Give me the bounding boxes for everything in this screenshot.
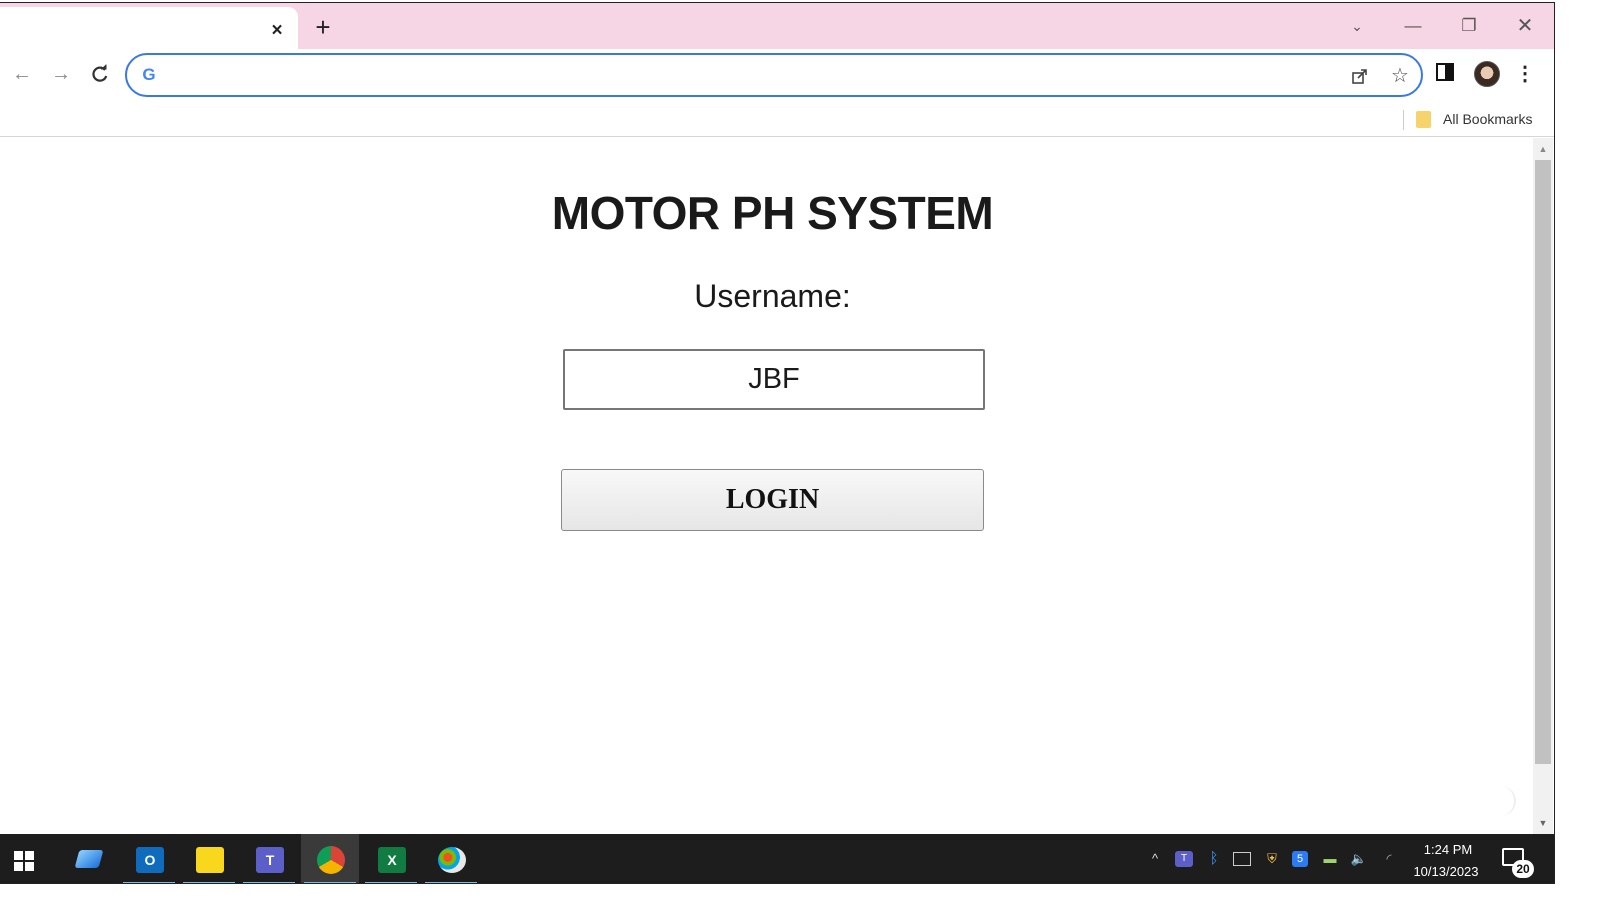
clock-date[interactable]: 10/13/2023 bbox=[1403, 864, 1489, 879]
browser-window: × + ⌄ — ❐ ✕ ← → G ☆ ⋮ All Bookmarks MOTO… bbox=[0, 2, 1555, 884]
browser-toolbar: ← → G ☆ ⋮ bbox=[0, 49, 1554, 101]
menu-icon[interactable]: ⋮ bbox=[1514, 60, 1536, 88]
teams-icon[interactable]: T bbox=[240, 834, 298, 883]
username-label: Username: bbox=[694, 278, 851, 314]
chrome-glyph bbox=[317, 846, 345, 874]
active-tab[interactable]: × bbox=[0, 7, 298, 49]
windows-logo-icon bbox=[14, 851, 34, 871]
paint-glyph bbox=[438, 847, 466, 873]
wifi-icon[interactable]: ◜ bbox=[1380, 849, 1398, 869]
folder-icon bbox=[1416, 111, 1431, 128]
address-bar[interactable]: G ☆ bbox=[125, 53, 1423, 97]
taskbar: O T X ^ T ᛒ ⛨ 5 ▬ 🔈 ◜ 1:24 PM 10/13/2023… bbox=[0, 834, 1554, 883]
excel-icon[interactable]: X bbox=[362, 834, 420, 883]
notification-count-badge: 20 bbox=[1512, 860, 1534, 878]
share-icon[interactable] bbox=[1347, 63, 1373, 89]
scroll-down-arrow-icon[interactable]: ▼ bbox=[1533, 814, 1553, 834]
sticky-notes-glyph bbox=[196, 847, 224, 873]
security-shield-icon[interactable]: ⛨ bbox=[1263, 849, 1281, 869]
tab-close-icon[interactable]: × bbox=[264, 18, 290, 44]
login-button[interactable]: LOGIN bbox=[561, 469, 984, 531]
desktop-app-glyph bbox=[74, 850, 104, 868]
profile-avatar[interactable] bbox=[1474, 61, 1500, 87]
paint-icon[interactable] bbox=[422, 834, 480, 883]
teams-tray-icon[interactable]: T bbox=[1175, 851, 1193, 867]
url-input[interactable] bbox=[171, 61, 1321, 89]
bookmark-star-icon[interactable]: ☆ bbox=[1387, 63, 1413, 89]
outlook-icon[interactable]: O bbox=[120, 834, 178, 883]
teams-glyph: T bbox=[256, 847, 284, 873]
share-svg bbox=[1352, 69, 1367, 84]
sticky-notes-icon[interactable] bbox=[180, 834, 238, 883]
sync-tray-icon[interactable]: 5 bbox=[1292, 851, 1308, 867]
forward-arrow-icon[interactable]: → bbox=[47, 60, 75, 88]
window-close-icon[interactable]: ✕ bbox=[1505, 11, 1545, 41]
tab-search-chevron-icon[interactable]: ⌄ bbox=[1337, 11, 1377, 41]
page-viewport: MOTOR PH SYSTEM Username: LOGIN bbox=[0, 138, 1533, 834]
reload-svg bbox=[92, 64, 108, 82]
show-hidden-icons-chevron-icon[interactable]: ^ bbox=[1146, 849, 1164, 869]
bookmarks-divider bbox=[1403, 110, 1404, 130]
bluetooth-icon[interactable]: ᛒ bbox=[1205, 849, 1223, 869]
page-title: MOTOR PH SYSTEM bbox=[551, 187, 994, 239]
chrome-icon[interactable] bbox=[301, 834, 359, 883]
all-bookmarks-button[interactable]: All Bookmarks bbox=[1443, 111, 1532, 127]
display-tray-icon[interactable] bbox=[1233, 852, 1251, 866]
new-tab-button[interactable]: + bbox=[309, 13, 337, 41]
google-icon: G bbox=[142, 65, 156, 84]
decorative-arc bbox=[1500, 786, 1516, 816]
back-arrow-icon[interactable]: ← bbox=[8, 60, 36, 88]
restore-icon[interactable]: ❐ bbox=[1449, 11, 1489, 41]
minimize-icon[interactable]: — bbox=[1393, 11, 1433, 41]
vertical-scrollbar[interactable]: ▲ ▼ bbox=[1533, 138, 1553, 834]
volume-icon[interactable]: 🔈 bbox=[1350, 849, 1368, 869]
username-input[interactable] bbox=[563, 349, 985, 410]
start-button[interactable] bbox=[0, 834, 58, 883]
scroll-up-arrow-icon[interactable]: ▲ bbox=[1533, 138, 1553, 158]
scroll-thumb[interactable] bbox=[1535, 160, 1551, 764]
outlook-glyph: O bbox=[136, 847, 164, 873]
reload-icon[interactable] bbox=[86, 60, 114, 88]
tab-strip: × + ⌄ — ❐ ✕ bbox=[0, 3, 1554, 49]
battery-icon[interactable]: ▬ bbox=[1321, 849, 1339, 869]
side-panel-icon[interactable] bbox=[1436, 63, 1454, 81]
bookmarks-bar: All Bookmarks bbox=[0, 101, 1554, 137]
excel-glyph: X bbox=[378, 847, 406, 873]
clock-time[interactable]: 1:24 PM bbox=[1408, 842, 1488, 857]
screenshot-frame: × + ⌄ — ❐ ✕ ← → G ☆ ⋮ All Bookmarks MOTO… bbox=[0, 0, 1605, 909]
desktop-app-icon[interactable] bbox=[60, 834, 118, 883]
